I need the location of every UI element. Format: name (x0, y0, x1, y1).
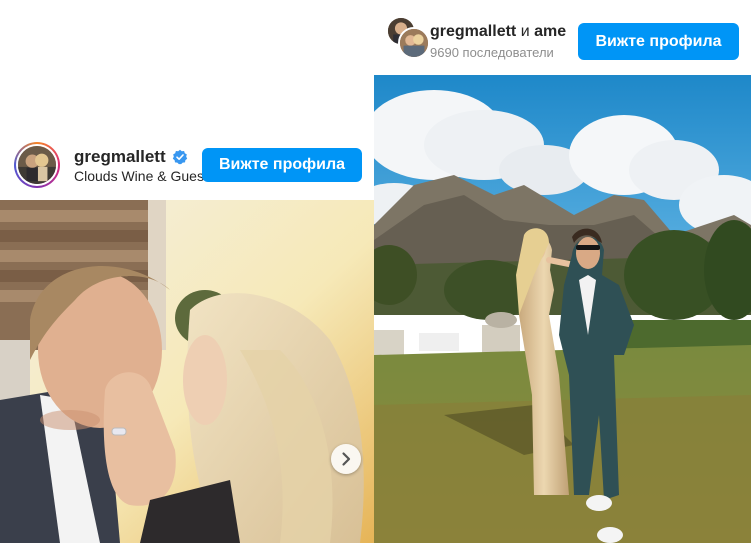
view-profile-button[interactable]: Вижте профила (578, 23, 739, 60)
post-header: gregmallett и ame 9690 последователи Виж… (374, 0, 751, 75)
verified-badge-icon (172, 149, 188, 165)
post-header: gregmallett Clouds Wine & Guest Estate В… (0, 128, 374, 200)
profile-avatar[interactable] (14, 142, 60, 188)
post-photo[interactable] (0, 200, 374, 543)
post-photo[interactable] (374, 75, 751, 543)
coauthor-username: ame (534, 23, 567, 40)
coauthor-avatar[interactable] (398, 27, 430, 59)
coauthor-connector: и (520, 23, 530, 40)
follower-count: 9690 последователи (430, 45, 554, 60)
avatar-image (16, 144, 58, 186)
location-link[interactable]: Clouds Wine & Guest Estate (74, 168, 204, 184)
username[interactable]: gregmallett (74, 147, 166, 167)
view-profile-button[interactable]: Вижте профила (202, 148, 362, 182)
instagram-embed-left: gregmallett Clouds Wine & Guest Estate В… (0, 128, 374, 543)
carousel-next-button[interactable] (331, 444, 361, 474)
chevron-right-icon (342, 452, 351, 466)
username[interactable]: gregmallett и ame (430, 23, 580, 41)
instagram-embed-right: gregmallett и ame 9690 последователи Виж… (374, 0, 751, 543)
username-primary: gregmallett (430, 23, 517, 40)
